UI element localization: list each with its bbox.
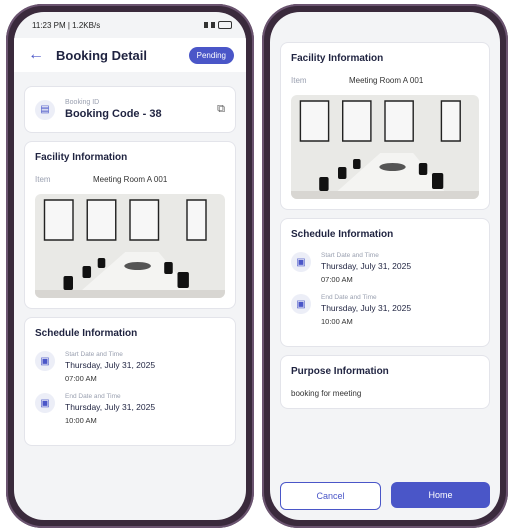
- wifi-icon: [211, 22, 215, 28]
- phone-left: 11:23 PM | 1.2KB/s ← Booking Detail Pend…: [6, 4, 254, 528]
- action-buttons: Cancel Home: [280, 482, 490, 510]
- end-date: Thursday, July 31, 2025: [65, 402, 156, 412]
- purpose-card: Purpose Information booking for meeting: [280, 355, 490, 409]
- calendar-icon: ▣: [291, 252, 311, 272]
- facility-title: Facility Information: [35, 152, 128, 163]
- end-label: End Date and Time: [65, 393, 121, 400]
- start-label: Start Date and Time: [65, 351, 123, 358]
- start-block: Start Date and Time Thursday, July 31, 2…: [65, 351, 155, 383]
- facility-title: Facility Information: [291, 53, 384, 64]
- cancel-button[interactable]: Cancel: [280, 482, 381, 510]
- purpose-text: booking for meeting: [291, 389, 362, 398]
- end-date: Thursday, July 31, 2025: [321, 303, 412, 313]
- item-label: Item: [291, 76, 307, 85]
- booking-id-label: Booking ID: [65, 99, 100, 106]
- facility-item-row: Item Meeting Room A 001: [291, 76, 479, 85]
- end-label: End Date and Time: [321, 294, 377, 301]
- screen-left: 11:23 PM | 1.2KB/s ← Booking Detail Pend…: [14, 12, 246, 520]
- end-time: 10:00 AM: [65, 416, 97, 425]
- start-date: Thursday, July 31, 2025: [65, 360, 156, 370]
- calendar-icon: ▣: [35, 393, 55, 413]
- header: ← Booking Detail Pending: [14, 38, 246, 72]
- end-schedule: ▣ End Date and Time Thursday, July 31, 2…: [35, 393, 225, 425]
- start-schedule: ▣ Start Date and Time Thursday, July 31,…: [35, 351, 225, 383]
- facility-item-row: Item Meeting Room A 001: [35, 175, 225, 184]
- screen-right: Facility Information Item Meeting Room A…: [270, 12, 500, 520]
- item-value: Meeting Room A 001: [349, 76, 424, 85]
- phone-right: Facility Information Item Meeting Room A…: [262, 4, 508, 528]
- schedule-card: Schedule Information ▣ Start Date and Ti…: [280, 218, 490, 347]
- room-photo: [35, 194, 225, 298]
- start-date: Thursday, July 31, 2025: [321, 261, 412, 271]
- start-time: 07:00 AM: [321, 275, 353, 284]
- item-label: Item: [35, 175, 51, 184]
- booking-id-card: ▤ Booking ID Booking Code - 38 ⧉: [24, 86, 236, 133]
- end-block: End Date and Time Thursday, July 31, 202…: [65, 393, 155, 425]
- start-schedule: ▣ Start Date and Time Thursday, July 31,…: [291, 252, 479, 284]
- schedule-title: Schedule Information: [291, 229, 394, 240]
- purpose-title: Purpose Information: [291, 366, 389, 377]
- calendar-icon: ▣: [291, 294, 311, 314]
- schedule-card: Schedule Information ▣ Start Date and Ti…: [24, 317, 236, 446]
- back-arrow-icon[interactable]: ←: [28, 46, 44, 64]
- status-icons: [204, 21, 232, 29]
- facility-card: Facility Information Item Meeting Room A…: [24, 141, 236, 309]
- signal-icon: [204, 22, 208, 28]
- item-value: Meeting Room A 001: [93, 175, 168, 184]
- battery-icon: [218, 21, 232, 29]
- end-time: 10:00 AM: [321, 317, 353, 326]
- start-time: 07:00 AM: [65, 374, 97, 383]
- scroll-spacer: [270, 12, 500, 34]
- page-title: Booking Detail: [56, 47, 148, 63]
- room-photo: [291, 95, 479, 199]
- status-badge: Pending: [188, 46, 234, 64]
- home-button[interactable]: Home: [391, 482, 490, 508]
- schedule-title: Schedule Information: [35, 328, 138, 339]
- copy-icon[interactable]: ⧉: [217, 103, 225, 116]
- end-schedule: ▣ End Date and Time Thursday, July 31, 2…: [291, 294, 479, 326]
- start-block: Start Date and Time Thursday, July 31, 2…: [321, 252, 411, 284]
- calendar-icon: ▣: [35, 351, 55, 371]
- end-block: End Date and Time Thursday, July 31, 202…: [321, 294, 411, 326]
- booking-code: Booking Code - 38: [65, 108, 162, 120]
- status-time: 11:23 PM | 1.2KB/s: [32, 20, 101, 30]
- facility-card: Facility Information Item Meeting Room A…: [280, 42, 490, 210]
- status-bar: 11:23 PM | 1.2KB/s: [14, 12, 246, 38]
- start-label: Start Date and Time: [321, 252, 379, 259]
- booking-id-block: Booking ID Booking Code - 38: [65, 99, 162, 120]
- clipboard-icon: ▤: [35, 99, 55, 120]
